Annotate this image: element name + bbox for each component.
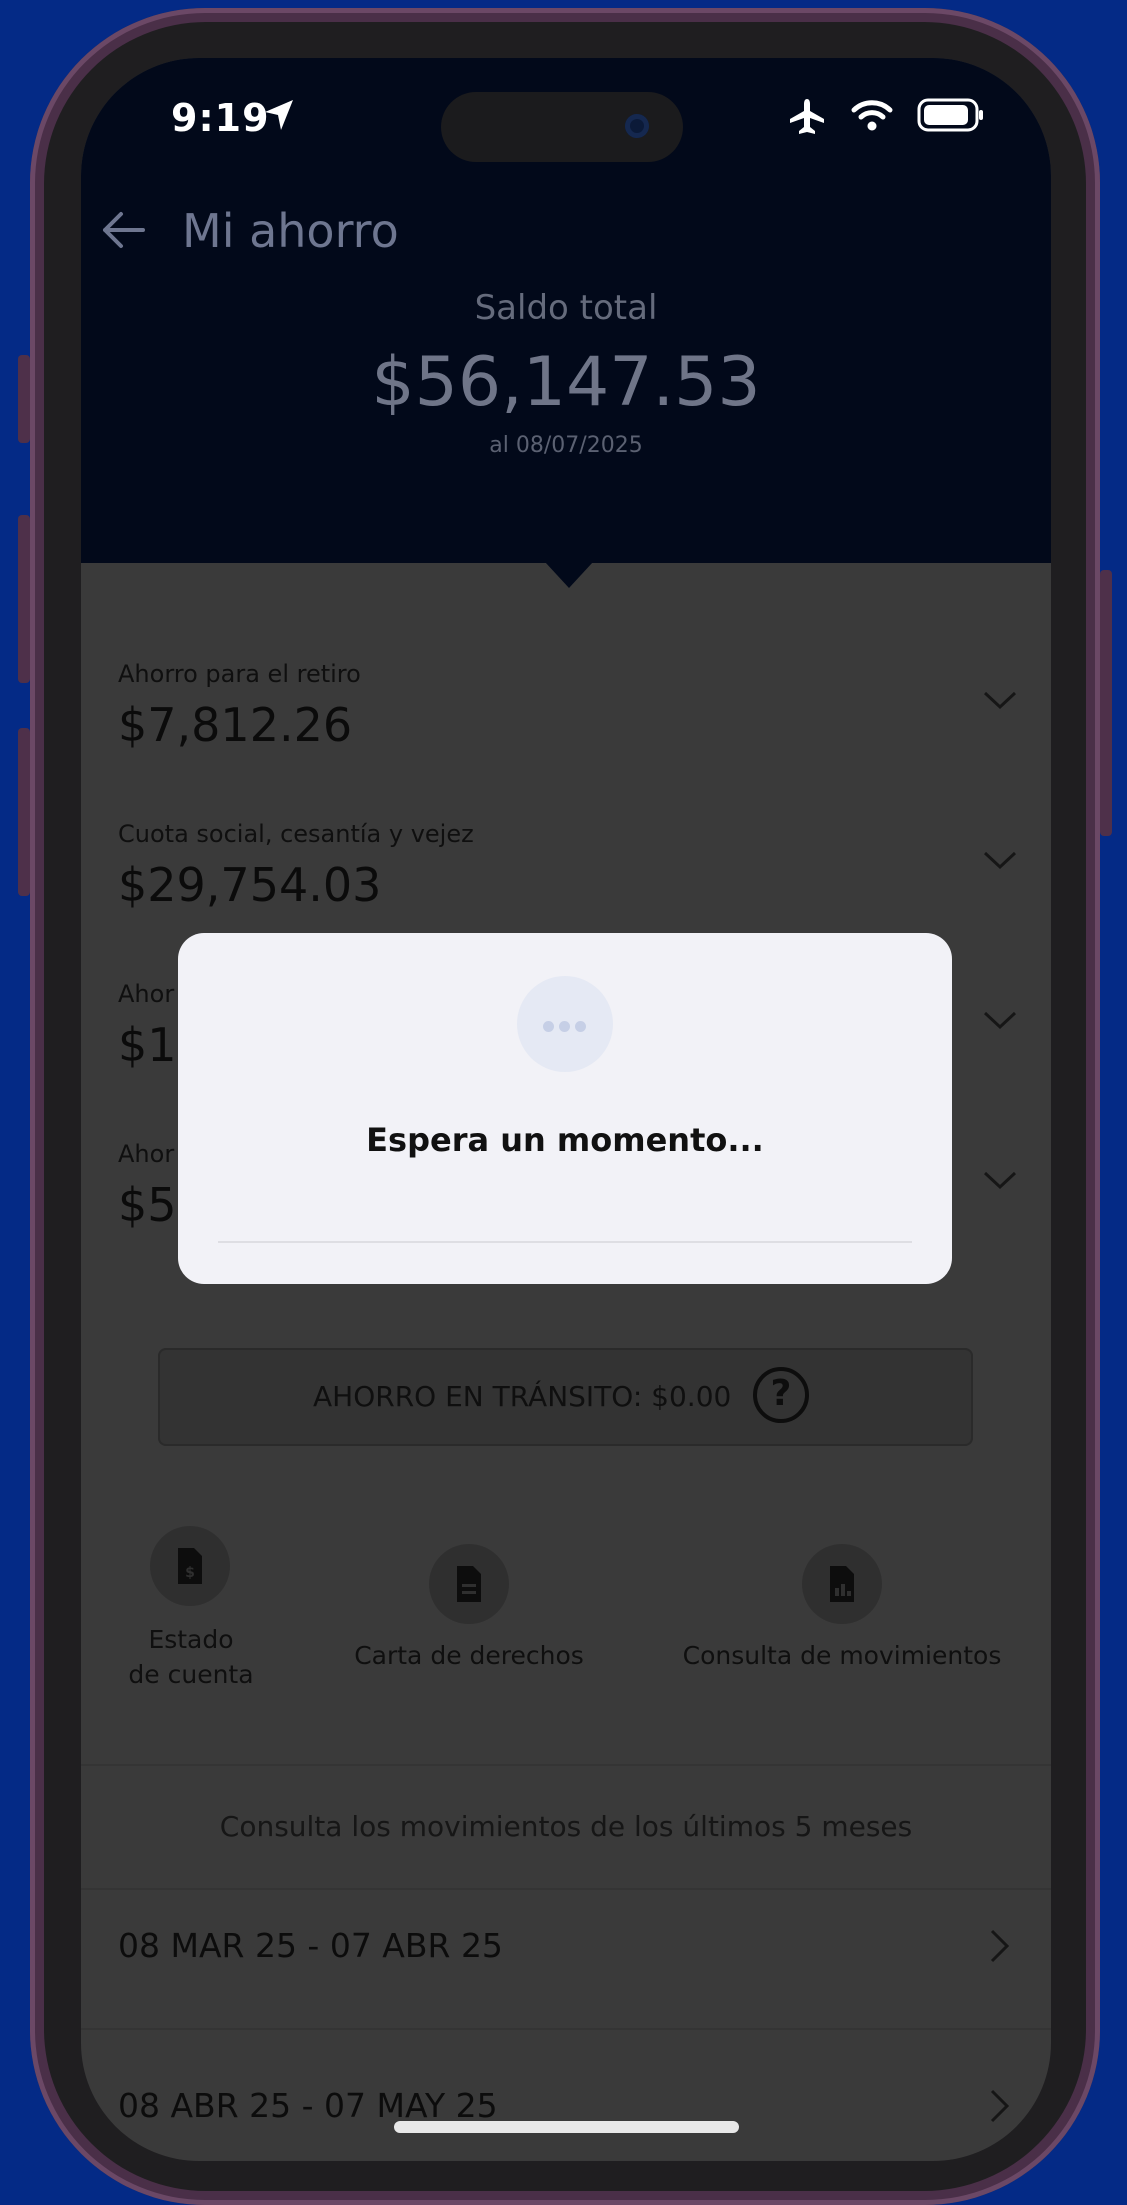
document-icon[interactable] bbox=[429, 1544, 509, 1624]
saldo-label: Saldo total bbox=[474, 288, 658, 328]
dialog-divider bbox=[218, 1241, 912, 1243]
header-pointer bbox=[545, 562, 593, 588]
section-divider bbox=[81, 2028, 1051, 2030]
chevron-down-icon bbox=[983, 691, 1017, 710]
loading-dot bbox=[543, 1021, 554, 1032]
volume-up-button bbox=[18, 515, 30, 683]
statement-doc-icon[interactable]: $ bbox=[150, 1526, 230, 1606]
shortcut-label-line: Estado bbox=[148, 1625, 234, 1654]
movements-title: Consulta los movimientos de los últimos … bbox=[219, 1810, 913, 1843]
location-arrow-icon bbox=[265, 100, 293, 130]
status-time: 9:19 bbox=[171, 96, 270, 140]
back-arrow-icon[interactable] bbox=[99, 206, 147, 254]
account-label: Cuota social, cesantía y vejez bbox=[118, 820, 474, 848]
home-indicator[interactable] bbox=[394, 2121, 739, 2133]
loading-dot bbox=[559, 1021, 570, 1032]
shortcut-label-carta[interactable]: Carta de derechos bbox=[349, 1638, 589, 1673]
saldo-date: al 08/07/2025 bbox=[489, 433, 643, 458]
power-button bbox=[1100, 570, 1112, 836]
shortcut-label-estado[interactable]: Estado de cuenta bbox=[121, 1622, 261, 1692]
chevron-down-icon bbox=[983, 1011, 1017, 1030]
loading-spinner-icon bbox=[517, 976, 613, 1072]
screen: 9:19 Mi ahorro Saldo total $56,147.53 al… bbox=[81, 58, 1051, 2161]
chevron-down-icon bbox=[983, 1171, 1017, 1190]
airplane-icon bbox=[790, 99, 824, 134]
help-icon[interactable]: ? bbox=[753, 1367, 809, 1423]
period-item[interactable]: 08 ABR 25 - 07 MAY 25 bbox=[118, 2086, 498, 2125]
page-title: Mi ahorro bbox=[182, 204, 399, 258]
dialog-message: Espera un momento... bbox=[366, 1121, 764, 1159]
section-divider bbox=[81, 1764, 1051, 1766]
account-amount: $7,812.26 bbox=[118, 698, 353, 752]
camera bbox=[625, 114, 649, 138]
battery-icon bbox=[917, 98, 983, 132]
account-row[interactable]: Ahorro para el retiro $7,812.26 bbox=[118, 660, 1018, 752]
chevron-right-icon[interactable] bbox=[989, 1928, 1011, 1964]
transit-text: AHORRO EN TRÁNSITO: $0.00 bbox=[313, 1380, 732, 1413]
wifi-icon bbox=[851, 100, 893, 131]
period-item[interactable]: 08 MAR 25 - 07 ABR 25 bbox=[118, 1926, 503, 1965]
svg-text:$: $ bbox=[185, 1565, 195, 1581]
mute-switch bbox=[18, 355, 30, 443]
saldo-amount: $56,147.53 bbox=[371, 343, 761, 422]
section-divider bbox=[81, 1888, 1051, 1890]
document-chart-icon[interactable] bbox=[802, 1544, 882, 1624]
chevron-right-icon[interactable] bbox=[989, 2088, 1011, 2124]
account-amount: $29,754.03 bbox=[118, 858, 382, 912]
account-row[interactable]: Cuota social, cesantía y vejez $29,754.0… bbox=[118, 820, 1018, 912]
transit-balance: AHORRO EN TRÁNSITO: $0.00 ? bbox=[158, 1348, 973, 1446]
loading-dot bbox=[575, 1021, 586, 1032]
shortcut-label-line: de cuenta bbox=[128, 1660, 254, 1689]
chevron-down-icon bbox=[983, 851, 1017, 870]
volume-down-button bbox=[18, 728, 30, 896]
loading-dialog: Espera un momento... bbox=[178, 933, 952, 1284]
shortcut-label-movimientos[interactable]: Consulta de movimientos bbox=[661, 1638, 1023, 1673]
account-label: Ahorro para el retiro bbox=[118, 660, 361, 688]
